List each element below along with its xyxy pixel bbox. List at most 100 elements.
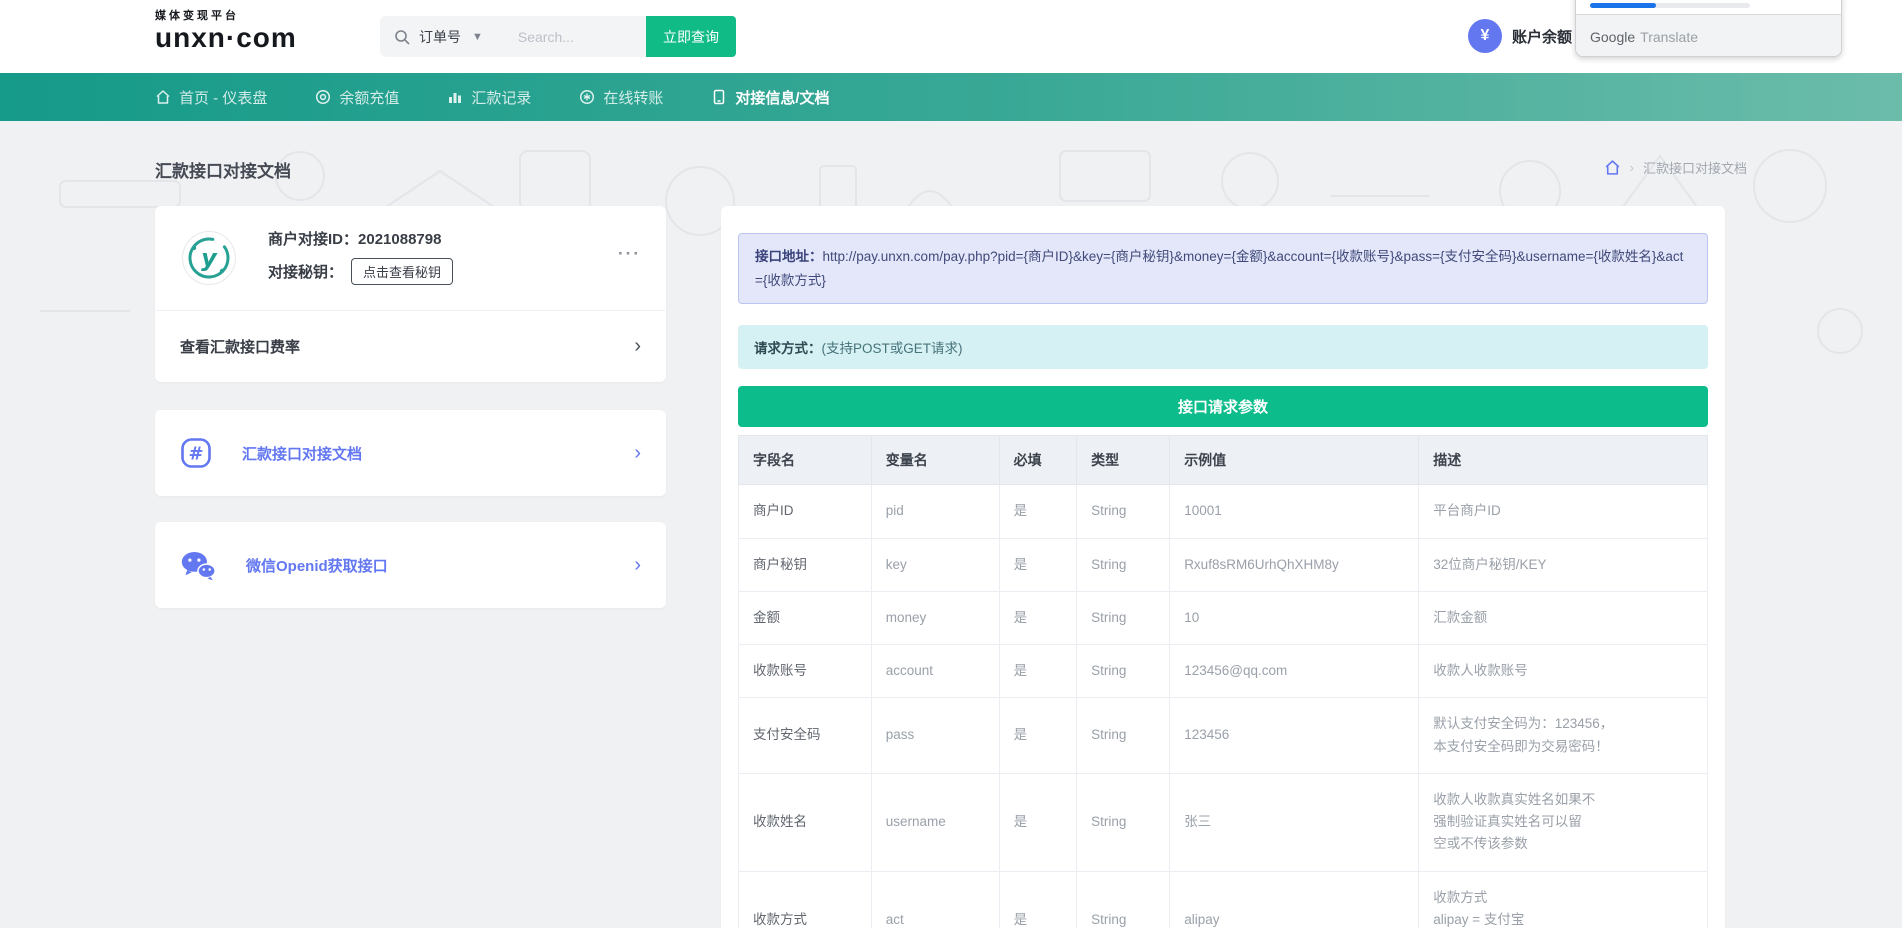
svg-text:#: # bbox=[188, 444, 203, 465]
table-cell: 收款人收款真实姓名如果不 强制验证真实姓名可以留 空或不传该参数 bbox=[1419, 773, 1708, 871]
table-cell: 是 bbox=[999, 773, 1077, 871]
table-cell: key bbox=[871, 538, 999, 591]
table-cell: 10 bbox=[1170, 591, 1419, 644]
nav-item-online-transfer[interactable]: 在线转账 bbox=[579, 87, 663, 108]
breadcrumb-home-icon[interactable] bbox=[1604, 159, 1621, 176]
table-cell: String bbox=[1077, 773, 1170, 871]
table-cell: 支付安全码 bbox=[739, 698, 872, 774]
nav-item-remit-records[interactable]: 汇款记录 bbox=[447, 87, 531, 108]
api-address-label: 接口地址： bbox=[755, 249, 823, 264]
table-cell: alipay bbox=[1170, 871, 1419, 928]
table-cell: 收款方式 bbox=[739, 871, 872, 928]
search-submit-button[interactable]: 立即查询 bbox=[646, 16, 736, 57]
sidebar-item-remit-api-doc[interactable]: # 汇款接口对接文档 › bbox=[155, 410, 666, 496]
table-row: 商户IDpid是String10001平台商户ID bbox=[739, 485, 1708, 538]
google-translate-popup[interactable]: Google Translate bbox=[1575, 0, 1842, 57]
rate-link-row[interactable]: 查看汇款接口费率 › bbox=[155, 311, 666, 381]
sidebar-item-label: 微信Openid获取接口 bbox=[246, 555, 634, 576]
yen-icon: ¥ bbox=[1468, 19, 1502, 53]
table-cell: 收款方式 alipay = 支付宝 qqpay = QQ钱包 bbox=[1419, 871, 1708, 928]
nav-item-recharge[interactable]: 余额充值 bbox=[315, 87, 399, 108]
bar-chart-icon bbox=[447, 89, 463, 105]
table-cell: String bbox=[1077, 645, 1170, 698]
hash-icon: # bbox=[180, 437, 212, 469]
table-cell: money bbox=[871, 591, 999, 644]
nav-label: 对接信息/文档 bbox=[735, 87, 829, 108]
table-cell: 平台商户ID bbox=[1419, 485, 1708, 538]
merchant-id-label: 商户对接ID： bbox=[268, 231, 358, 248]
more-menu-icon[interactable]: ··· bbox=[618, 244, 641, 264]
table-cell: String bbox=[1077, 538, 1170, 591]
chevron-down-icon[interactable]: ▼ bbox=[472, 31, 483, 43]
col-header-field: 字段名 bbox=[739, 436, 872, 485]
breadcrumb-current: 汇款接口对接文档 bbox=[1643, 158, 1747, 177]
table-cell: 是 bbox=[999, 871, 1077, 928]
doc-panel: 接口地址：http://pay.unxn.com/pay.php?pid={商户… bbox=[721, 206, 1725, 928]
view-key-button[interactable]: 点击查看秘钥 bbox=[351, 258, 453, 285]
brand-logo[interactable]: 媒体变现平台 unxn·com bbox=[155, 11, 297, 52]
order-search: 订单号 ▼ Search... 立即查询 bbox=[380, 16, 736, 57]
table-row: 收款方式act是Stringalipay收款方式 alipay = 支付宝 qq… bbox=[739, 871, 1708, 928]
table-cell: Rxuf8sRM6UrhQhXHM8y bbox=[1170, 538, 1419, 591]
search-input[interactable]: 订单号 ▼ Search... bbox=[380, 16, 646, 57]
merchant-avatar: y bbox=[182, 231, 236, 285]
coin-target-icon bbox=[315, 89, 331, 105]
table-cell: 商户秘钥 bbox=[739, 538, 872, 591]
account-balance[interactable]: ¥ 账户余额 bbox=[1468, 19, 1572, 53]
chevron-right-icon: › bbox=[634, 443, 641, 463]
request-method-value: (支持POST或GET请求) bbox=[822, 341, 963, 356]
translate-wordmark: Translate bbox=[1640, 29, 1698, 45]
nav-label: 在线转账 bbox=[603, 87, 663, 108]
table-cell: 商户ID bbox=[739, 485, 872, 538]
col-header-type: 类型 bbox=[1077, 436, 1170, 485]
table-cell: 收款人收款账号 bbox=[1419, 645, 1708, 698]
nav-label: 余额充值 bbox=[339, 87, 399, 108]
table-cell: 张三 bbox=[1170, 773, 1419, 871]
sidebar-item-wechat-openid[interactable]: 微信Openid获取接口 › bbox=[155, 522, 666, 608]
table-cell: account bbox=[871, 645, 999, 698]
col-header-description: 描述 bbox=[1419, 436, 1708, 485]
table-cell: 123456@qq.com bbox=[1170, 645, 1419, 698]
table-cell: 汇款金额 bbox=[1419, 591, 1708, 644]
table-cell: 10001 bbox=[1170, 485, 1419, 538]
chevron-right-icon: › bbox=[634, 555, 641, 575]
tablet-icon bbox=[711, 89, 727, 105]
col-header-variable: 变量名 bbox=[871, 436, 999, 485]
merchant-card: y 商户对接ID：2021088798 对接秘钥： 点击查看秘钥 ··· 查看汇… bbox=[155, 206, 666, 382]
transfer-circle-icon bbox=[579, 89, 595, 105]
request-method-box: 请求方式：(支持POST或GET请求) bbox=[738, 325, 1708, 369]
table-row: 商户秘钥key是StringRxuf8sRM6UrhQhXHM8y32位商户秘钥… bbox=[739, 538, 1708, 591]
merchant-info: y 商户对接ID：2021088798 对接秘钥： 点击查看秘钥 ··· bbox=[155, 206, 666, 310]
table-cell: String bbox=[1077, 698, 1170, 774]
table-cell: 是 bbox=[999, 645, 1077, 698]
nav-label: 汇款记录 bbox=[471, 87, 531, 108]
request-method-label: 请求方式： bbox=[754, 341, 822, 356]
main-nav: 首页 - 仪表盘 余额充值 汇款记录 在线转账 对接信息/文档 bbox=[0, 73, 1902, 121]
table-cell: 金额 bbox=[739, 591, 872, 644]
translate-popup-footer: Google Translate bbox=[1576, 14, 1841, 57]
table-cell: String bbox=[1077, 871, 1170, 928]
nav-item-api-docs[interactable]: 对接信息/文档 bbox=[711, 87, 829, 108]
table-cell: 默认支付安全码为：123456， 本支付安全码即为交易密码！ bbox=[1419, 698, 1708, 774]
table-cell: 32位商户秘钥/KEY bbox=[1419, 538, 1708, 591]
table-cell: pass bbox=[871, 698, 999, 774]
brand-swirl-icon: y bbox=[186, 235, 232, 281]
table-cell: act bbox=[871, 871, 999, 928]
brand-name: unxn·com bbox=[155, 24, 297, 52]
wechat-icon bbox=[180, 550, 216, 581]
google-wordmark: Google bbox=[1590, 29, 1635, 45]
balance-label: 账户余额 bbox=[1512, 26, 1572, 47]
table-row: 收款账号account是String123456@qq.com收款人收款账号 bbox=[739, 645, 1708, 698]
table-cell: 是 bbox=[999, 698, 1077, 774]
table-cell: 是 bbox=[999, 538, 1077, 591]
breadcrumb-separator: › bbox=[1630, 160, 1634, 175]
table-row: 金额money是String10汇款金额 bbox=[739, 591, 1708, 644]
nav-label: 首页 - 仪表盘 bbox=[179, 87, 267, 108]
table-cell: 是 bbox=[999, 485, 1077, 538]
table-cell: 收款姓名 bbox=[739, 773, 872, 871]
sidebar-item-label: 汇款接口对接文档 bbox=[242, 443, 634, 464]
rate-link-label: 查看汇款接口费率 bbox=[180, 336, 300, 357]
search-placeholder[interactable]: Search... bbox=[518, 29, 574, 45]
search-category-select[interactable]: 订单号 bbox=[419, 27, 461, 47]
nav-item-dashboard[interactable]: 首页 - 仪表盘 bbox=[155, 87, 267, 108]
